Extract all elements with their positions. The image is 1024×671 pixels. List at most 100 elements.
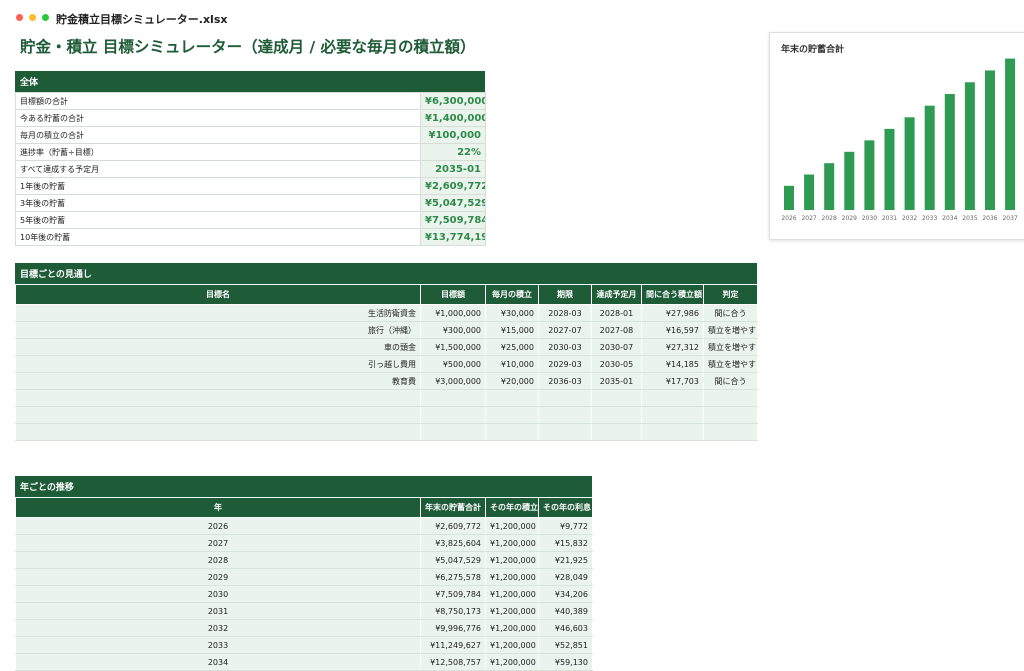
chart-bar-2036[interactable] <box>985 70 995 210</box>
year-cell[interactable]: ¥1,200,000 <box>485 568 539 586</box>
summary-label[interactable]: 目標額の合計 <box>15 92 421 110</box>
goal-cell[interactable] <box>485 406 539 424</box>
goal-cell[interactable] <box>420 406 486 424</box>
goal-cell[interactable]: ¥300,000 <box>420 321 486 339</box>
year-cell[interactable]: ¥5,047,529 <box>420 551 486 569</box>
chart-bar-2037[interactable] <box>1005 58 1016 211</box>
goal-cell[interactable] <box>591 423 642 441</box>
year-cell[interactable]: ¥59,130 <box>538 653 593 671</box>
year-cell[interactable]: ¥21,925 <box>538 551 593 569</box>
year-cell[interactable]: ¥9,996,776 <box>420 619 486 637</box>
goal-cell[interactable] <box>703 389 758 407</box>
goal-cell[interactable]: ¥1,000,000 <box>420 304 486 322</box>
year-cell[interactable]: ¥1,200,000 <box>485 636 539 654</box>
summary-label[interactable]: 3年後の貯蓄 <box>15 194 421 212</box>
chart-bar-2031[interactable] <box>884 128 895 210</box>
year-cell[interactable]: ¥9,772 <box>538 517 593 535</box>
goal-cell[interactable] <box>420 389 486 407</box>
goal-cell[interactable]: 2030-07 <box>591 338 642 356</box>
goal-cell[interactable] <box>485 389 539 407</box>
chart-bar-2034[interactable] <box>944 94 955 210</box>
goal-cell[interactable]: 旅行（沖縄） <box>15 321 421 339</box>
year-cell[interactable]: 2032 <box>15 619 421 637</box>
summary-value[interactable]: ¥100,000 <box>420 126 486 144</box>
goal-cell[interactable]: ¥3,000,000 <box>420 372 486 390</box>
goal-cell[interactable]: 2027-08 <box>591 321 642 339</box>
summary-value[interactable]: ¥1,400,000 <box>420 109 486 127</box>
chart-bar-2029[interactable] <box>844 151 855 210</box>
goal-cell[interactable]: 積立を増やす <box>703 338 758 356</box>
chart-bar-2028[interactable] <box>824 163 835 210</box>
year-cell[interactable]: 2031 <box>15 602 421 620</box>
year-cell[interactable]: ¥1,200,000 <box>485 517 539 535</box>
goal-cell[interactable] <box>641 389 704 407</box>
summary-label[interactable]: 進捗率（貯蓄÷目標） <box>15 143 421 161</box>
year-cell[interactable]: 2027 <box>15 534 421 552</box>
summary-label[interactable]: 10年後の貯蓄 <box>15 228 421 246</box>
goal-cell[interactable]: 間に合う <box>703 372 758 390</box>
goal-cell[interactable]: 教育費 <box>15 372 421 390</box>
summary-value[interactable]: ¥7,509,784 <box>420 211 486 229</box>
summary-value[interactable]: 2035-01 <box>420 160 486 178</box>
goal-cell[interactable]: 2035-01 <box>591 372 642 390</box>
goal-cell[interactable] <box>15 389 421 407</box>
goal-cell[interactable] <box>538 423 592 441</box>
maximize-window-button[interactable] <box>42 14 49 21</box>
goal-cell[interactable] <box>591 406 642 424</box>
goal-cell[interactable] <box>15 406 421 424</box>
year-cell[interactable]: ¥34,206 <box>538 585 593 603</box>
goals-column-header[interactable]: 目標額 <box>420 284 486 305</box>
goal-cell[interactable]: ¥25,000 <box>485 338 539 356</box>
goal-cell[interactable]: ¥14,185 <box>641 355 704 373</box>
minimize-window-button[interactable] <box>29 14 36 21</box>
summary-value[interactable]: ¥2,609,772 <box>420 177 486 195</box>
goals-column-header[interactable]: 期限 <box>538 284 592 305</box>
year-cell[interactable]: ¥15,832 <box>538 534 593 552</box>
years-column-header[interactable]: その年の利息 <box>538 497 593 518</box>
goal-cell[interactable] <box>485 423 539 441</box>
goal-cell[interactable]: ¥27,312 <box>641 338 704 356</box>
goals-column-header[interactable]: 毎月の積立 <box>485 284 539 305</box>
year-cell[interactable]: ¥2,609,772 <box>420 517 486 535</box>
year-cell[interactable]: ¥40,389 <box>538 602 593 620</box>
goal-cell[interactable]: 2036-03 <box>538 372 592 390</box>
goal-cell[interactable] <box>641 423 704 441</box>
goal-cell[interactable]: 間に合う <box>703 304 758 322</box>
year-cell[interactable]: ¥3,825,604 <box>420 534 486 552</box>
year-cell[interactable]: 2029 <box>15 568 421 586</box>
year-cell[interactable]: ¥1,200,000 <box>485 602 539 620</box>
chart-bar-2032[interactable] <box>904 117 915 210</box>
year-cell[interactable]: 2034 <box>15 653 421 671</box>
chart-bar-2035[interactable] <box>964 82 975 210</box>
goal-cell[interactable]: 2027-07 <box>538 321 592 339</box>
year-cell[interactable]: ¥11,249,627 <box>420 636 486 654</box>
goal-cell[interactable]: ¥10,000 <box>485 355 539 373</box>
goal-cell[interactable] <box>538 389 592 407</box>
summary-value[interactable]: 22% <box>420 143 486 161</box>
goal-cell[interactable]: ¥27,986 <box>641 304 704 322</box>
goals-column-header[interactable]: 間に合う積立額 <box>641 284 704 305</box>
chart-bar-2027[interactable] <box>804 174 815 210</box>
years-column-header[interactable]: 年 <box>15 497 421 518</box>
year-cell[interactable]: ¥46,603 <box>538 619 593 637</box>
summary-label[interactable]: 1年後の貯蓄 <box>15 177 421 195</box>
goal-cell[interactable]: 2030-05 <box>591 355 642 373</box>
chart-bar-2030[interactable] <box>864 140 875 210</box>
year-cell[interactable]: ¥8,750,173 <box>420 602 486 620</box>
year-cell[interactable]: ¥52,851 <box>538 636 593 654</box>
goal-cell[interactable] <box>538 406 592 424</box>
goal-cell[interactable]: ¥17,703 <box>641 372 704 390</box>
goal-cell[interactable]: ¥30,000 <box>485 304 539 322</box>
goal-cell[interactable] <box>420 423 486 441</box>
goal-cell[interactable]: ¥500,000 <box>420 355 486 373</box>
savings-chart-panel[interactable]: 年末の貯蓄合計 2026 2027 2028 2029 2030 2031 2032 2033… <box>769 32 1024 240</box>
year-cell[interactable]: 2033 <box>15 636 421 654</box>
year-cell[interactable]: ¥7,509,784 <box>420 585 486 603</box>
year-cell[interactable]: ¥1,200,000 <box>485 551 539 569</box>
year-cell[interactable]: ¥1,200,000 <box>485 653 539 671</box>
goal-cell[interactable]: ¥16,597 <box>641 321 704 339</box>
goal-cell[interactable]: 2030-03 <box>538 338 592 356</box>
year-cell[interactable]: ¥6,275,578 <box>420 568 486 586</box>
year-cell[interactable]: ¥1,200,000 <box>485 619 539 637</box>
goals-column-header[interactable]: 達成予定月 <box>591 284 642 305</box>
